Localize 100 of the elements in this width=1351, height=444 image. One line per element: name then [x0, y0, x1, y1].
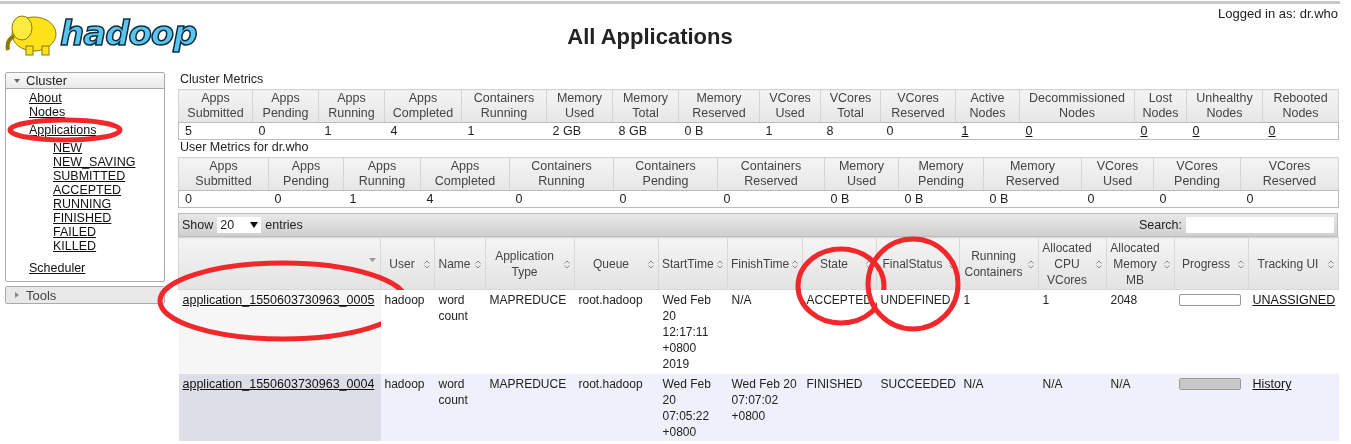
metric-value: 0	[1159, 191, 1167, 207]
metric-value: 0	[886, 123, 894, 139]
column-header: Lost Nodes	[1134, 89, 1187, 123]
column-header: Active Nodes	[955, 89, 1020, 123]
column-header: VCores Total	[820, 89, 881, 123]
column-header[interactable]: Allocated Memory MB	[1106, 237, 1175, 290]
table-cell: N/A	[1110, 376, 1131, 392]
entries-label: entries	[265, 218, 303, 232]
column-header: Decommissioned Nodes	[1019, 89, 1135, 123]
login-status: Logged in as: dr.who	[1217, 5, 1339, 21]
caret-down-icon	[14, 77, 20, 84]
column-header[interactable]	[178, 237, 381, 290]
column-header[interactable]: FinishTime	[727, 237, 803, 290]
metric-value: 0	[619, 191, 627, 207]
search-label: Search:	[1138, 218, 1182, 232]
nav-link[interactable]: About	[29, 91, 62, 105]
metric-value: 0	[274, 191, 282, 207]
column-header[interactable]: StartTime	[658, 237, 728, 290]
column-header[interactable]: Running Containers	[959, 237, 1039, 290]
column-header: VCores Used	[759, 89, 821, 123]
nav-link[interactable]: SUBMITTED	[53, 169, 126, 183]
metric-value: 0	[723, 191, 731, 207]
table-cell-text: Wed Feb 20 07:07:02 +0800	[731, 376, 798, 424]
metric-value: 0	[1246, 191, 1254, 207]
metric-value: 1	[349, 191, 357, 207]
nav-link[interactable]: NEW_SAVING	[53, 155, 136, 169]
column-header[interactable]: Queue	[574, 237, 659, 290]
table-link[interactable]: UNASSIGNED	[1252, 293, 1336, 307]
metric-value: 8	[826, 123, 834, 139]
metric-value: 2 GB	[552, 123, 581, 139]
metric-link[interactable]: 0	[1268, 124, 1276, 138]
column-header: Containers Running	[461, 89, 547, 123]
column-header: Memory Total	[612, 89, 679, 123]
caret-right-icon	[14, 292, 20, 298]
page-title: All Applications	[566, 24, 734, 50]
table-cell: ACCEPTED	[806, 292, 872, 308]
nav-link[interactable]: FINISHED	[53, 211, 112, 225]
metric-value: 0	[258, 123, 266, 139]
metric-link[interactable]: 0	[1140, 124, 1148, 138]
table-cell: FINISHED	[806, 376, 863, 392]
column-header: Rebooted Nodes	[1262, 89, 1339, 123]
metric-value: 8 GB	[618, 123, 647, 139]
page-size-select[interactable]: 20	[217, 217, 262, 233]
column-header: Apps Pending	[268, 157, 344, 191]
column-header[interactable]: Name	[434, 237, 486, 290]
nav-link[interactable]: Nodes	[29, 105, 66, 119]
table-link[interactable]: application_1550603730963_0005	[182, 293, 375, 307]
column-header: Memory Reserved	[983, 157, 1082, 191]
metric-link[interactable]: 0	[1025, 124, 1033, 138]
table-cell-text: word count	[438, 292, 469, 324]
table-cell-text: Wed Feb 20 12:17:11 +0800 2019	[662, 292, 712, 372]
column-header: Apps Running	[343, 157, 421, 191]
metric-value: 1	[467, 123, 475, 139]
metric-value: 0 B	[684, 123, 704, 139]
column-header[interactable]: Tracking UI	[1248, 237, 1339, 290]
column-header: Apps Submitted	[178, 89, 253, 123]
column-header: Memory Used	[824, 157, 899, 191]
nav-link[interactable]: KILLED	[53, 239, 97, 253]
column-header: Unhealthy Nodes	[1186, 89, 1263, 123]
metric-value: 0	[185, 191, 192, 207]
column-header: Memory Reserved	[678, 89, 760, 123]
column-header: Containers Pending	[613, 157, 718, 191]
search-field[interactable]	[1186, 217, 1334, 233]
nav-link[interactable]: RUNNING	[53, 197, 112, 211]
column-header[interactable]: Progress	[1174, 237, 1249, 290]
nav-link[interactable]: NEW	[53, 141, 83, 155]
nav-link[interactable]: Scheduler	[29, 261, 86, 275]
column-header: VCores Used	[1081, 157, 1154, 191]
metric-value: 0 B	[989, 191, 1009, 207]
nav-link[interactable]: ACCEPTED	[53, 183, 122, 197]
metric-value: 0	[515, 191, 523, 207]
table-cell: N/A	[731, 292, 752, 308]
table-cell: N/A	[1042, 376, 1063, 392]
column-header: Apps Running	[318, 89, 385, 123]
table-cell: 1	[1042, 292, 1050, 308]
column-header[interactable]: Application Type	[485, 237, 575, 290]
metric-link[interactable]: 1	[961, 124, 969, 138]
table-cell: N/A	[963, 376, 984, 392]
metric-link[interactable]: 0	[1192, 124, 1200, 138]
table-cell: root.hadoop	[578, 292, 643, 308]
table-cell: root.hadoop	[578, 376, 643, 392]
sidebar-section-header[interactable]: Cluster	[6, 73, 164, 89]
column-header[interactable]: Allocated CPU VCores	[1038, 237, 1107, 290]
table-link[interactable]: History	[1252, 377, 1292, 391]
progress-bar	[1178, 378, 1241, 390]
metric-value: 1	[324, 123, 332, 139]
table-link[interactable]: application_1550603730963_0004	[182, 377, 375, 391]
metric-value: 4	[426, 191, 434, 207]
metric-value: 0 B	[830, 191, 850, 207]
column-header[interactable]: User	[380, 237, 435, 290]
column-header: Containers Running	[509, 157, 614, 191]
column-header: Containers Reserved	[717, 157, 825, 191]
table-cell: hadoop	[384, 376, 425, 392]
column-header: Apps Completed	[420, 157, 510, 191]
table-cell-text: Wed Feb 20 07:05:22 +0800	[662, 376, 712, 440]
column-header: Memory Used	[546, 89, 613, 123]
metric-value: 4	[390, 123, 398, 139]
sidebar-section-header[interactable]: Tools	[6, 287, 164, 303]
logo-text: hadoop	[60, 13, 197, 53]
nav-link[interactable]: FAILED	[53, 225, 97, 239]
